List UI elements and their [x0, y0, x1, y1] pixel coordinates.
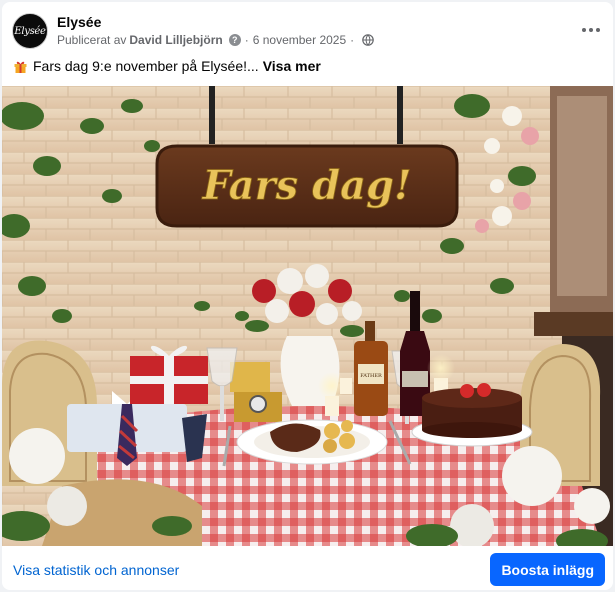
post-header: Elysée Elysée Publicerat av David Lillje… — [2, 2, 613, 58]
post-photo[interactable]: Fars dag! FATHER — [2, 86, 613, 546]
see-more-link[interactable]: Visa mer — [263, 58, 321, 74]
post-card: Elysée Elysée Publicerat av David Lillje… — [2, 2, 613, 590]
published-by-label: Publicerat av — [57, 33, 127, 47]
post-meta: Publicerat av David Lilljebjörn ? · 6 no… — [57, 33, 374, 47]
more-options-icon[interactable] — [577, 16, 605, 44]
page-name[interactable]: Elysée — [57, 14, 101, 30]
post-footer: Visa statistik och annonser Boosta inläg… — [2, 546, 613, 590]
separator-dot: · — [244, 33, 249, 47]
separator-dot: · — [350, 33, 355, 47]
question-icon[interactable]: ? — [228, 34, 241, 46]
author-name[interactable]: David Lilljebjörn — [129, 33, 222, 47]
post-caption: Fars dag 9:e november på Elysée!... Visa… — [13, 58, 321, 74]
avatar[interactable]: Elysée — [12, 13, 48, 49]
sign-text: Fars dag! — [201, 162, 411, 209]
boost-post-button[interactable]: Boosta inlägg — [490, 553, 605, 586]
gift-icon — [13, 59, 28, 74]
post-date[interactable]: 6 november 2025 — [253, 33, 346, 47]
view-insights-link[interactable]: Visa statistik och annonser — [13, 562, 179, 578]
bottle-label: FATHER — [360, 373, 382, 379]
globe-icon[interactable] — [362, 34, 374, 46]
fathers-day-table-illustration: Fars dag! FATHER — [2, 86, 613, 546]
caption-text: Fars dag 9:e november på Elysée!... — [33, 58, 259, 74]
